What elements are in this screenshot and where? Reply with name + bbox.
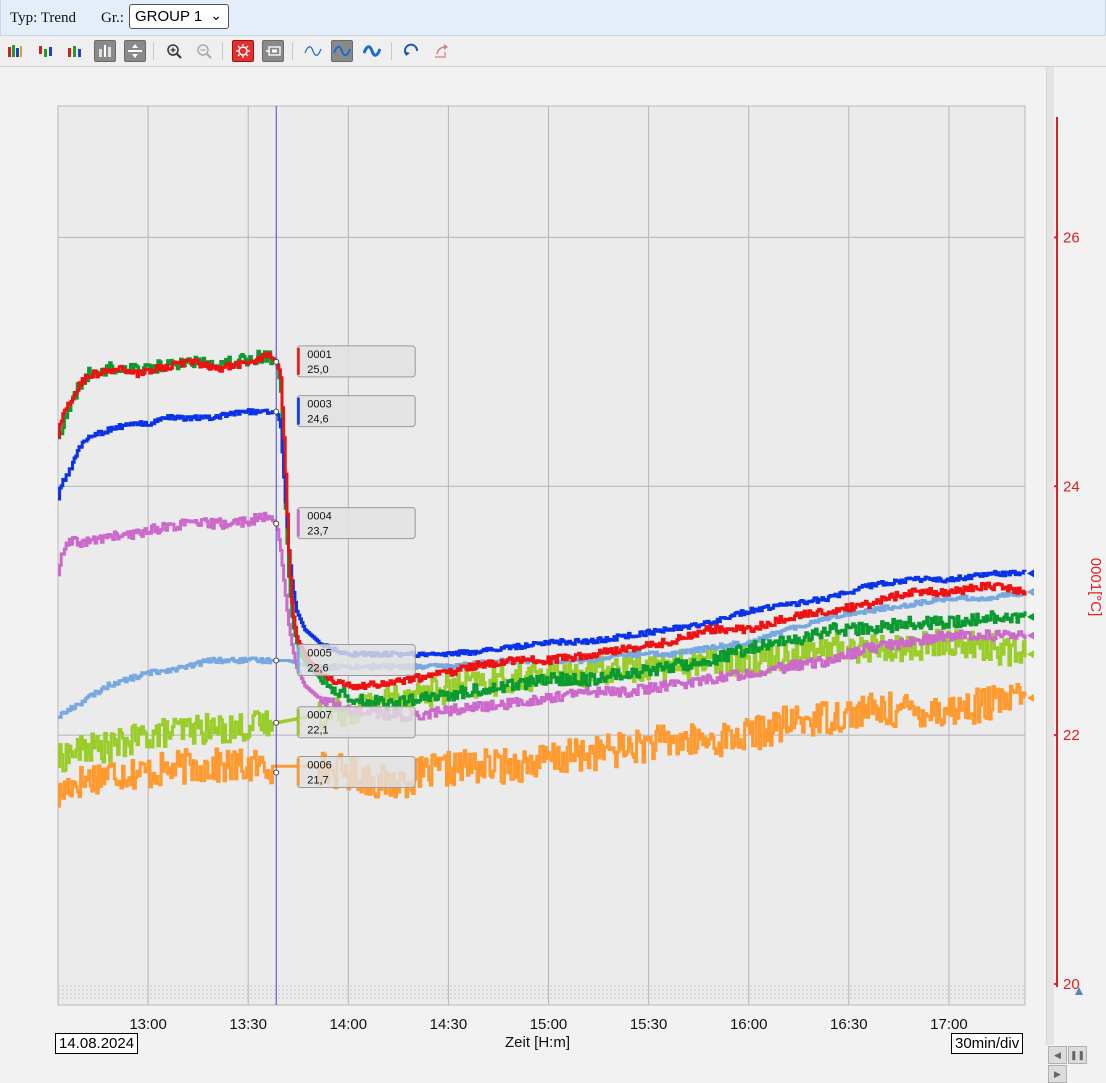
x-axis-label: Zeit [H:m] [505, 1034, 571, 1051]
curve-thick-button[interactable] [361, 40, 383, 62]
callout-value-0004: 23,7 [307, 526, 328, 538]
x-tick-label: 13:30 [229, 1016, 267, 1033]
end-marker-0002 [1027, 612, 1034, 621]
x-tick-label: 14:30 [430, 1016, 468, 1033]
export-icon [435, 44, 448, 58]
callout-id-0004: 0004 [307, 511, 331, 523]
toolbar-separator [391, 42, 392, 60]
zoom-in-icon [167, 44, 182, 59]
group-label: Gr.: [101, 10, 124, 26]
cursor-point-0004 [273, 520, 280, 527]
x-tick-label: 15:00 [530, 1016, 568, 1033]
y-tick-label: 22 [1063, 727, 1080, 744]
alarm-icon [236, 44, 250, 58]
curve-thick-icon [363, 45, 381, 57]
callout-value-0003: 24,6 [307, 414, 328, 426]
chevron-down-icon: ⌄ [210, 7, 222, 23]
callout-color-bar-0004 [297, 509, 300, 537]
y-tick-label: 20 [1063, 976, 1080, 993]
x-tick-label: 14:00 [330, 1016, 368, 1033]
group-select[interactable]: GROUP 1 ⌄ [129, 4, 229, 29]
y-tick-label: 26 [1063, 229, 1080, 246]
division-box[interactable]: 30min/div [951, 1033, 1024, 1054]
callout-color-bar-0003 [297, 397, 300, 425]
end-marker-0004 [1027, 631, 1034, 640]
vertical-fit-button[interactable] [124, 40, 146, 62]
cursor-point-0007 [273, 719, 280, 726]
callout-id-0001: 0001 [307, 349, 331, 361]
curve-medium-icon [333, 45, 351, 57]
x-axis-ticks: 13:00 13:30 14:00 14:30 15:00 15:30 16:00 16:30… [129, 1016, 967, 1033]
callout-color-bar-0005 [297, 646, 300, 674]
callout-value-0005: 22,6 [307, 662, 328, 674]
callout-id-0005: 0005 [307, 647, 331, 659]
cursor-point-0006 [273, 769, 280, 776]
cursor-point-0005 [273, 657, 280, 664]
toolbar-separator [222, 42, 223, 60]
callout-id-0003: 0003 [307, 399, 331, 411]
zoom-in-button[interactable] [163, 40, 185, 62]
callout-value-0007: 22,1 [307, 725, 328, 737]
value-box-icon [266, 46, 281, 56]
x-tick-label: 17:00 [930, 1016, 968, 1033]
value-box-button[interactable] [262, 40, 284, 62]
cursor-point-0003 [273, 408, 280, 415]
scroll-right-button[interactable]: ▶ [1048, 1065, 1067, 1083]
x-tick-label: 16:00 [730, 1016, 768, 1033]
toolbar [0, 36, 1106, 67]
end-marker-0007 [1027, 650, 1034, 659]
callout-color-bar-0006 [297, 758, 300, 786]
end-marker-0006 [1027, 693, 1034, 702]
x-tick-label: 13:00 [129, 1016, 167, 1033]
end-marker-0005 [1027, 588, 1034, 597]
cursor-values-icon [99, 45, 111, 57]
curve-medium-button[interactable] [331, 40, 353, 62]
channels-subset-icon [39, 46, 52, 57]
refresh-button[interactable] [401, 40, 423, 62]
trend-chart: 13:00 13:30 14:00 14:30 15:00 15:30 16:00 16:30… [57, 105, 1104, 1033]
all-channels-icon [8, 45, 22, 57]
channels-subset-button[interactable] [34, 40, 56, 62]
group-select-value: GROUP 1 [135, 8, 203, 25]
callout-id-0006: 0006 [307, 759, 331, 771]
callout-value-0006: 21,7 [307, 774, 328, 786]
all-channels-button[interactable] [4, 40, 26, 62]
export-button[interactable] [430, 40, 452, 62]
cursor-values-button[interactable] [94, 40, 116, 62]
alarm-button[interactable] [232, 40, 254, 62]
type-label: Typ: Trend [10, 10, 77, 26]
curve-thin-icon [304, 46, 322, 56]
vertical-fit-icon [128, 44, 142, 58]
callout-color-bar-0007 [297, 708, 300, 736]
vertical-scrollbar[interactable] [1046, 67, 1054, 1045]
header-bar: Typ: Trend Gr.: GROUP 1 ⌄ [0, 0, 1106, 36]
channels-subset-2-button[interactable] [64, 40, 86, 62]
zoom-out-icon [197, 44, 212, 59]
callout-id-0007: 0007 [307, 710, 331, 722]
plot-area [57, 105, 1026, 1006]
zoom-out-button[interactable] [193, 40, 215, 62]
date-box: 14.08.2024 [55, 1033, 139, 1054]
x-tick-label: 15:30 [630, 1016, 668, 1033]
toolbar-separator [292, 42, 293, 60]
callout-value-0001: 25,0 [307, 364, 328, 376]
y-tick-label: 24 [1063, 478, 1080, 495]
y-axis-right: 20 22 24 26 [1050, 117, 1080, 993]
series-end-markers [1027, 569, 1083, 995]
end-marker-0003 [1027, 569, 1034, 578]
curve-thin-button[interactable] [302, 40, 324, 62]
scroll-pause-button[interactable]: ❚❚ [1068, 1046, 1087, 1064]
cursor-point-0001 [273, 358, 280, 365]
x-tick-label: 16:30 [830, 1016, 868, 1033]
channels-subset-2-icon [68, 46, 81, 57]
refresh-icon [404, 43, 418, 56]
y-axis-title: 0001[°C] [1087, 558, 1104, 617]
scroll-buttons: ◀ ❚❚▶ [1048, 1045, 1106, 1083]
callout-color-bar-0001 [297, 347, 300, 375]
scroll-left-button[interactable]: ◀ [1048, 1046, 1067, 1064]
toolbar-separator [153, 42, 154, 60]
